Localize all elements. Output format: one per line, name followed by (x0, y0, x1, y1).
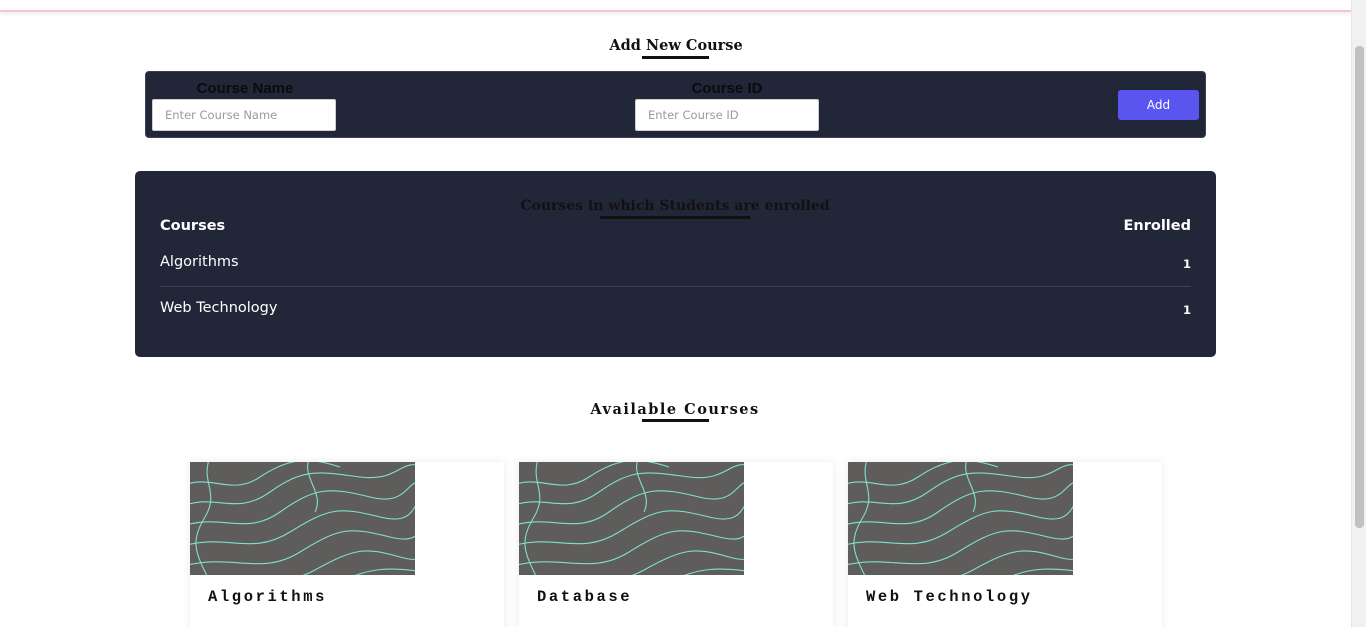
course-id-label: Course ID (691, 80, 763, 97)
course-card-title: Algorithms (208, 588, 328, 606)
add-course-form: Course Name Course ID Add (145, 71, 1206, 138)
add-course-button[interactable]: Add (1118, 90, 1199, 120)
courses-column-header: Courses (160, 218, 226, 234)
available-courses-underline (642, 419, 709, 422)
course-card-title: Web Technology (866, 588, 1033, 606)
available-courses-title: Available Courses (590, 401, 760, 418)
contour-pattern-image (848, 462, 1073, 575)
course-id-input[interactable] (635, 99, 819, 131)
row-divider (160, 286, 1191, 287)
course-name-label: Course Name (196, 80, 294, 97)
row-enrolled-count: 1 (1182, 303, 1191, 317)
course-card[interactable]: Web Technology (848, 462, 1162, 627)
enrolled-title: Courses in which Students are enrolled (520, 198, 830, 214)
enrolled-column-header: Enrolled (1123, 218, 1192, 234)
course-card-image (848, 462, 1073, 575)
course-card[interactable]: Database (519, 462, 833, 627)
course-name-input[interactable] (152, 99, 336, 131)
row-course-name: Web Technology (160, 300, 278, 316)
course-card[interactable]: Algorithms (190, 462, 504, 627)
enrolled-title-underline (600, 216, 750, 219)
course-card-image (190, 462, 415, 575)
enrolled-courses-panel: Courses in which Students are enrolled C… (135, 171, 1216, 357)
contour-pattern-image (190, 462, 415, 575)
add-course-title: Add New Course (609, 37, 743, 54)
course-card-title: Database (537, 588, 633, 606)
scrollbar-thumb[interactable] (1355, 46, 1364, 528)
course-card-image (519, 462, 744, 575)
row-enrolled-count: 1 (1182, 257, 1191, 271)
row-course-name: Algorithms (160, 254, 239, 270)
contour-pattern-image (519, 462, 744, 575)
add-course-title-underline (642, 56, 709, 59)
page-scrollbar[interactable] (1351, 0, 1366, 627)
top-nav-bar (0, 0, 1351, 12)
